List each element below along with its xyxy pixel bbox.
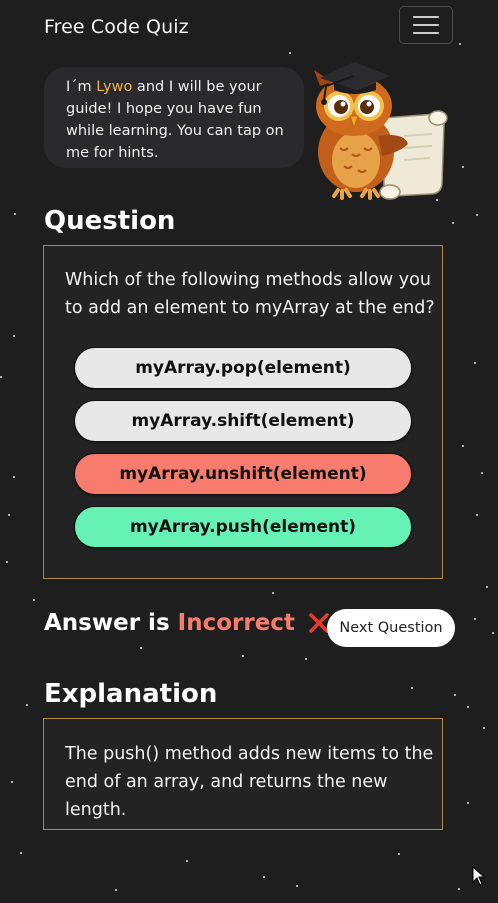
answer-result: Answer is Incorrect [44, 610, 331, 636]
star-dot [467, 802, 469, 804]
result-status: Incorrect [177, 610, 295, 636]
question-text: Which of the following methods allow you… [65, 270, 435, 318]
star-dot [263, 876, 265, 878]
mouse-pointer-icon [472, 866, 486, 886]
star-dot [462, 445, 464, 447]
star-dot [14, 213, 16, 215]
star-dot [26, 704, 28, 706]
star-dot [242, 655, 244, 657]
question-heading: Question [44, 206, 176, 236]
explanation-text: The push() method adds new items to the … [65, 744, 434, 820]
hamburger-menu-icon-bar [413, 24, 439, 26]
guide-intro-text: I´m [66, 79, 97, 95]
answer-option-unshift[interactable]: myArray.unshift(element) [74, 453, 412, 495]
star-dot [13, 335, 15, 337]
star-dot [492, 632, 494, 634]
star-dot [459, 43, 461, 45]
star-dot [452, 222, 454, 224]
star-dot [474, 362, 476, 364]
star-dot [462, 166, 464, 168]
star-dot [0, 376, 2, 378]
star-dot [13, 476, 15, 478]
star-dot [474, 618, 476, 620]
answer-option-pop[interactable]: myArray.pop(element) [74, 347, 412, 389]
menu-toggle-button[interactable] [399, 6, 453, 44]
star-dot [481, 472, 483, 474]
star-dot [20, 852, 22, 854]
star-dot [8, 514, 10, 516]
explanation-heading: Explanation [44, 679, 218, 709]
star-dot [6, 561, 8, 563]
guide-name: Lywo [96, 79, 133, 95]
explanation-card: The push() method adds new items to the … [43, 718, 443, 830]
star-dot [272, 592, 274, 594]
star-dot [115, 889, 117, 891]
star-dot [398, 853, 400, 855]
star-dot [467, 706, 469, 708]
star-dot [11, 781, 13, 783]
owl-guide-icon[interactable] [308, 56, 453, 201]
star-dot [476, 214, 478, 216]
star-dot [483, 727, 485, 729]
star-dot [33, 599, 35, 601]
answer-option-shift[interactable]: myArray.shift(element) [74, 400, 412, 442]
star-dot [476, 514, 478, 516]
star-dot [305, 658, 307, 660]
hamburger-menu-icon-bar [413, 32, 439, 34]
star-dot [296, 885, 298, 887]
star-dot [486, 586, 488, 588]
star-dot [140, 647, 142, 649]
next-question-button[interactable]: Next Question [327, 609, 455, 647]
result-prefix: Answer is [44, 610, 170, 636]
star-dot [411, 687, 413, 689]
star-dot [186, 860, 188, 862]
star-dot [289, 52, 291, 54]
star-dot [454, 694, 456, 696]
star-dot [458, 888, 460, 890]
answer-option-push[interactable]: myArray.push(element) [74, 506, 412, 548]
question-card: Which of the following methods allow you… [43, 245, 443, 579]
hamburger-menu-icon [413, 16, 439, 18]
guide-speech-bubble[interactable]: I´m Lywo and I will be your guide! I hop… [44, 67, 304, 168]
app-brand-title[interactable]: Free Code Quiz [44, 16, 189, 38]
